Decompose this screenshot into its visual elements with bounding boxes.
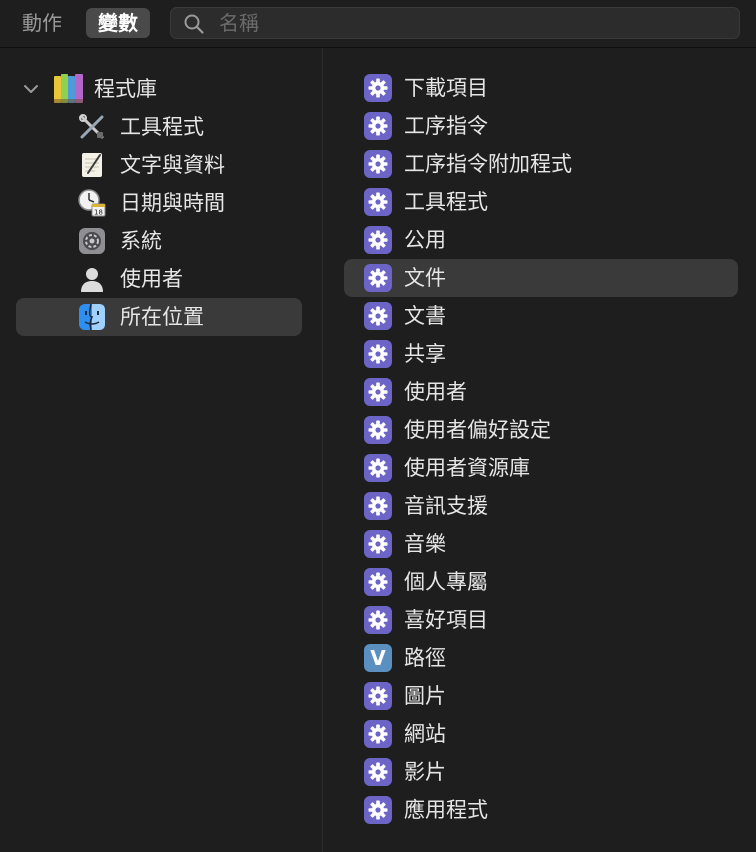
list-item[interactable]: 影片 [344, 753, 738, 791]
chevron-down-icon[interactable] [22, 80, 40, 98]
gear-icon [364, 720, 392, 748]
sidebar-root-label: 程式庫 [94, 77, 157, 101]
gear-icon [364, 188, 392, 216]
list-item[interactable]: 使用者偏好設定 [344, 411, 738, 449]
list-item[interactable]: 音樂 [344, 525, 738, 563]
list-item-label: 下載項目 [404, 76, 488, 100]
gear-icon [364, 416, 392, 444]
list-item-label: 工序指令附加程式 [404, 152, 572, 176]
list-item-label: 圖片 [404, 684, 446, 708]
list-item-label: 網站 [404, 722, 446, 746]
list-item[interactable]: 圖片 [344, 677, 738, 715]
sidebar-item-label: 所在位置 [120, 305, 204, 329]
gear-icon [364, 568, 392, 596]
gear-icon [364, 74, 392, 102]
list-item-label: 公用 [404, 228, 446, 252]
gear-icon [364, 112, 392, 140]
list-item-label: 喜好項目 [404, 608, 488, 632]
list-item[interactable]: 下載項目 [344, 69, 738, 107]
svg-text:18: 18 [94, 209, 103, 217]
gear-icon [364, 226, 392, 254]
list-item-label: 個人專屬 [404, 570, 488, 594]
gear-icon [364, 302, 392, 330]
list-item[interactable]: 公用 [344, 221, 738, 259]
search-icon [184, 14, 204, 34]
list-item[interactable]: 工序指令附加程式 [344, 145, 738, 183]
sidebar-item-user[interactable]: 使用者 [16, 260, 302, 298]
gear-icon [364, 150, 392, 178]
gear-icon [364, 758, 392, 786]
gear-icon [364, 682, 392, 710]
list-item[interactable]: 網站 [344, 715, 738, 753]
list-item-label: 音樂 [404, 532, 446, 556]
search-field[interactable] [170, 7, 740, 39]
gear-icon [364, 530, 392, 558]
sidebar-list: 工具程式 文字與資料 18 日期與時間 系統 使用者 所在位置 [16, 108, 302, 336]
tools-icon [79, 114, 104, 139]
clock-calendar-icon: 18 [78, 189, 106, 217]
sidebar-item-label: 文字與資料 [120, 153, 225, 177]
list-item[interactable]: 工序指令 [344, 107, 738, 145]
list-item[interactable]: V 路徑 [344, 639, 738, 677]
list-item[interactable]: 個人專屬 [344, 563, 738, 601]
list-item-label: 影片 [404, 760, 446, 784]
list-item-label: 路徑 [404, 646, 446, 670]
toolbar: 動作 變數 [0, 0, 756, 48]
gear-icon [364, 264, 392, 292]
pane-divider[interactable] [322, 48, 323, 852]
sidebar-item-locations[interactable]: 所在位置 [16, 298, 302, 336]
gear-icon [364, 378, 392, 406]
sidebar: 程式庫 工具程式 文字與資料 18 日期與時間 系統 使用者 所在位置 [0, 48, 322, 852]
gear-icon [364, 454, 392, 482]
gear-icon [364, 606, 392, 634]
location-variables-list: 下載項目工序指令工序指令附加程式 工具程式公用文件文書共享使用者使用者偏好設定 使用… [344, 69, 738, 829]
sidebar-item-label: 系統 [120, 229, 162, 253]
tab-actions[interactable]: 動作 [10, 8, 74, 38]
gear-icon [364, 492, 392, 520]
variables-library-window: 動作 變數 程式庫 [0, 0, 756, 852]
system-preferences-icon [79, 228, 105, 254]
gear-icon [364, 796, 392, 824]
textedit-icon [82, 153, 102, 177]
variable-v-icon: V [364, 644, 392, 672]
sidebar-item-text-data[interactable]: 文字與資料 [16, 146, 302, 184]
search-input[interactable] [219, 8, 719, 38]
sidebar-item-label: 日期與時間 [120, 191, 225, 215]
list-item[interactable]: 工具程式 [344, 183, 738, 221]
list-item-label: 文書 [404, 304, 446, 328]
list-item[interactable]: 文書 [344, 297, 738, 335]
list-item[interactable]: 使用者資源庫 [344, 449, 738, 487]
tab-variables[interactable]: 變數 [86, 8, 150, 38]
list-item-label: 工序指令 [404, 114, 488, 138]
list-item-label: 共享 [404, 342, 446, 366]
user-icon [81, 268, 103, 292]
sidebar-item-utilities[interactable]: 工具程式 [16, 108, 302, 146]
list-item-label: 使用者資源庫 [404, 456, 530, 480]
list-item[interactable]: 喜好項目 [344, 601, 738, 639]
sidebar-root-library[interactable]: 程式庫 [16, 70, 302, 108]
list-item[interactable]: 音訊支援 [344, 487, 738, 525]
list-item[interactable]: 應用程式 [344, 791, 738, 829]
list-item-label: 應用程式 [404, 798, 488, 822]
list-item-label: 音訊支援 [404, 494, 488, 518]
sidebar-item-label: 工具程式 [120, 115, 204, 139]
list-item[interactable]: 文件 [344, 259, 738, 297]
gear-icon [364, 340, 392, 368]
list-item-label: 使用者偏好設定 [404, 418, 551, 442]
list-item-label: 使用者 [404, 380, 467, 404]
list-item[interactable]: 共享 [344, 335, 738, 373]
sidebar-item-system[interactable]: 系統 [16, 222, 302, 260]
library-books-icon [54, 74, 83, 103]
sidebar-item-label: 使用者 [120, 267, 183, 291]
list-item-label: 文件 [404, 266, 446, 290]
sidebar-item-date-time[interactable]: 18 日期與時間 [16, 184, 302, 222]
list-item-label: 工具程式 [404, 190, 488, 214]
finder-icon [79, 303, 105, 331]
list-item[interactable]: 使用者 [344, 373, 738, 411]
